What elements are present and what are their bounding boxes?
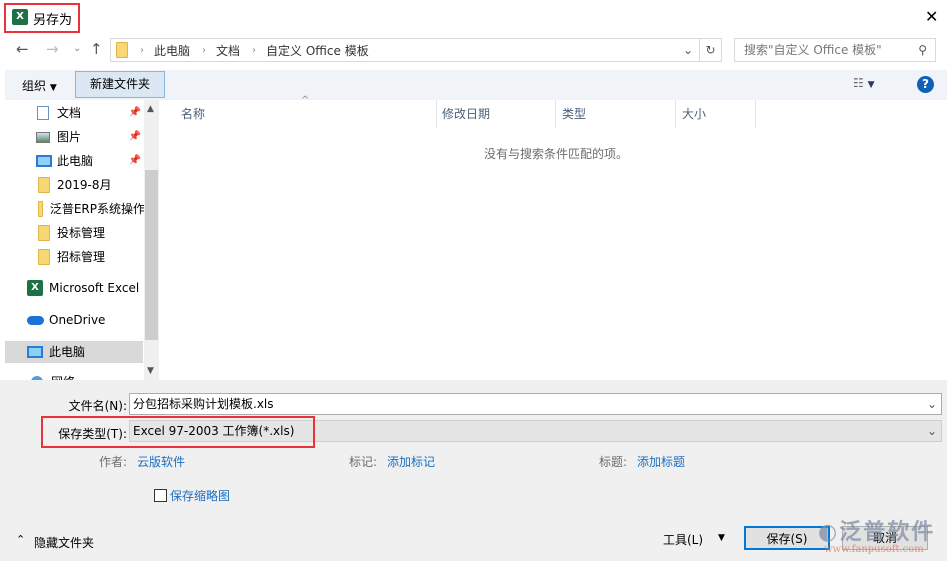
- folder-icon: [38, 225, 50, 241]
- breadcrumb-templates[interactable]: 自定义 Office 模板: [266, 42, 369, 59]
- folder-icon: [38, 177, 50, 193]
- column-header-type[interactable]: 类型: [562, 100, 586, 128]
- pin-icon: 📌: [128, 131, 141, 142]
- scroll-up-icon[interactable]: ▲: [147, 104, 154, 114]
- filename-value: 分包招标采购计划模板.xls: [133, 397, 274, 411]
- save-thumbnail-checkbox[interactable]: [154, 489, 167, 502]
- tools-button[interactable]: 工具(L): [663, 531, 703, 548]
- nav-item-this-pc-pinned[interactable]: 此电脑 📌: [5, 150, 145, 172]
- nav-item-this-pc[interactable]: 此电脑: [5, 341, 143, 363]
- organize-label: 组织: [22, 79, 47, 93]
- chevron-right-icon: ›: [252, 44, 257, 56]
- scrollbar-thumb[interactable]: [145, 170, 158, 340]
- document-icon: [37, 106, 49, 120]
- scroll-down-icon[interactable]: ▼: [147, 366, 154, 376]
- column-header-size[interactable]: 大小: [682, 100, 706, 128]
- chevron-down-icon[interactable]: ⌄: [927, 421, 937, 441]
- cloud-icon: [27, 315, 44, 325]
- search-input[interactable]: 搜索"自定义 Office 模板" ⚲: [734, 38, 936, 62]
- nav-item-onedrive[interactable]: OneDrive: [5, 309, 145, 331]
- column-header-modified[interactable]: 修改日期: [442, 100, 490, 128]
- search-placeholder: 搜索"自定义 Office 模板": [744, 43, 882, 57]
- column-header-name[interactable]: 名称: [181, 100, 205, 128]
- close-button[interactable]: ✕: [925, 7, 938, 26]
- forward-button[interactable]: →: [46, 40, 59, 58]
- nav-item-folder[interactable]: 招标管理: [5, 246, 145, 268]
- pin-icon: 📌: [128, 107, 141, 118]
- nav-label: 网络: [51, 371, 75, 380]
- cancel-button[interactable]: 取消: [842, 526, 928, 550]
- nav-scrollbar[interactable]: ▲ ▼: [144, 100, 159, 380]
- nav-label: 图片: [57, 130, 82, 144]
- recent-dropdown-icon[interactable]: ⌄: [73, 43, 81, 54]
- breadcrumb-this-pc[interactable]: 此电脑: [154, 42, 190, 59]
- nav-label: 此电脑: [57, 154, 94, 168]
- excel-icon: X: [12, 9, 28, 25]
- file-type-highlight: [41, 416, 315, 448]
- save-thumbnail-label[interactable]: 保存缩略图: [170, 487, 230, 504]
- organize-button[interactable]: 组织 ▼: [22, 77, 57, 94]
- view-options-icon[interactable]: ☷ ▼: [853, 76, 875, 90]
- nav-item-network[interactable]: 网络: [5, 371, 145, 380]
- new-folder-button[interactable]: 新建文件夹: [75, 71, 165, 98]
- folder-icon: [116, 42, 128, 58]
- nav-item-excel[interactable]: X Microsoft Excel: [5, 277, 145, 299]
- nav-label: OneDrive: [49, 313, 106, 327]
- add-title-link[interactable]: 添加标题: [637, 453, 685, 470]
- nav-label: 文档: [57, 106, 82, 120]
- save-button[interactable]: 保存(S): [744, 526, 830, 550]
- folder-icon: [38, 201, 43, 217]
- folder-icon: [38, 249, 50, 265]
- breadcrumb-documents[interactable]: 文档: [216, 42, 240, 59]
- column-divider[interactable]: [555, 100, 556, 128]
- nav-item-documents[interactable]: 文档 📌: [5, 102, 145, 124]
- author-label: 作者:: [99, 455, 128, 469]
- address-bar[interactable]: › 此电脑 › 文档 › 自定义 Office 模板 ⌄ ↻: [110, 38, 722, 62]
- nav-label: 投标管理: [57, 226, 106, 240]
- computer-icon: [36, 155, 52, 167]
- caret-down-icon: ▼: [49, 83, 57, 93]
- chevron-up-icon[interactable]: ⌃: [16, 533, 25, 546]
- nav-item-pictures[interactable]: 图片 📌: [5, 126, 145, 148]
- nav-item-folder[interactable]: 泛普ERP系统操作: [5, 198, 145, 220]
- title-label: 标题:: [599, 455, 628, 469]
- column-divider[interactable]: [436, 100, 437, 128]
- excel-icon: X: [27, 280, 43, 296]
- nav-item-folder[interactable]: 投标管理: [5, 222, 145, 244]
- chevron-right-icon: ›: [202, 44, 207, 56]
- nav-label: Microsoft Excel: [49, 281, 140, 295]
- sort-up-icon: ^: [301, 95, 310, 106]
- computer-icon: [27, 346, 43, 358]
- up-button[interactable]: ↑: [90, 40, 103, 58]
- caret-down-icon[interactable]: ▼: [718, 533, 725, 543]
- filename-input[interactable]: 分包招标采购计划模板.xls ⌄: [129, 393, 942, 415]
- nav-item-folder[interactable]: 2019-8月: [5, 174, 145, 196]
- window-title: 另存为: [33, 13, 73, 28]
- back-button[interactable]: ←: [16, 40, 29, 58]
- refresh-icon[interactable]: ↻: [699, 39, 721, 61]
- add-tags-link[interactable]: 添加标记: [387, 453, 435, 470]
- search-icon: ⚲: [918, 43, 927, 57]
- nav-label: 泛普ERP系统操作: [49, 202, 145, 216]
- pin-icon: 📌: [128, 155, 141, 166]
- column-divider[interactable]: [755, 100, 756, 128]
- empty-message: 没有与搜索条件匹配的项。: [484, 147, 629, 161]
- hide-folders-button[interactable]: 隐藏文件夹: [34, 534, 94, 551]
- picture-icon: [36, 131, 50, 143]
- navigation-pane: 文档 📌 图片 📌 此电脑 📌 2019-8月 泛普ERP系统操作 投标管理 招标管理…: [5, 100, 160, 380]
- title-bar: X 另存为 ✕: [0, 0, 947, 34]
- chevron-down-icon[interactable]: ⌄: [927, 394, 937, 414]
- help-icon[interactable]: ?: [917, 76, 934, 93]
- column-divider[interactable]: [675, 100, 676, 128]
- filename-label: 文件名(N):: [68, 399, 127, 413]
- nav-label: 2019-8月: [57, 178, 112, 192]
- nav-label: 招标管理: [57, 250, 106, 264]
- tags-label: 标记:: [349, 455, 378, 469]
- chevron-right-icon: ›: [140, 44, 144, 56]
- address-dropdown-icon[interactable]: ⌄: [683, 43, 693, 57]
- nav-label: 此电脑: [49, 345, 86, 359]
- author-link[interactable]: 云版软件: [137, 453, 185, 470]
